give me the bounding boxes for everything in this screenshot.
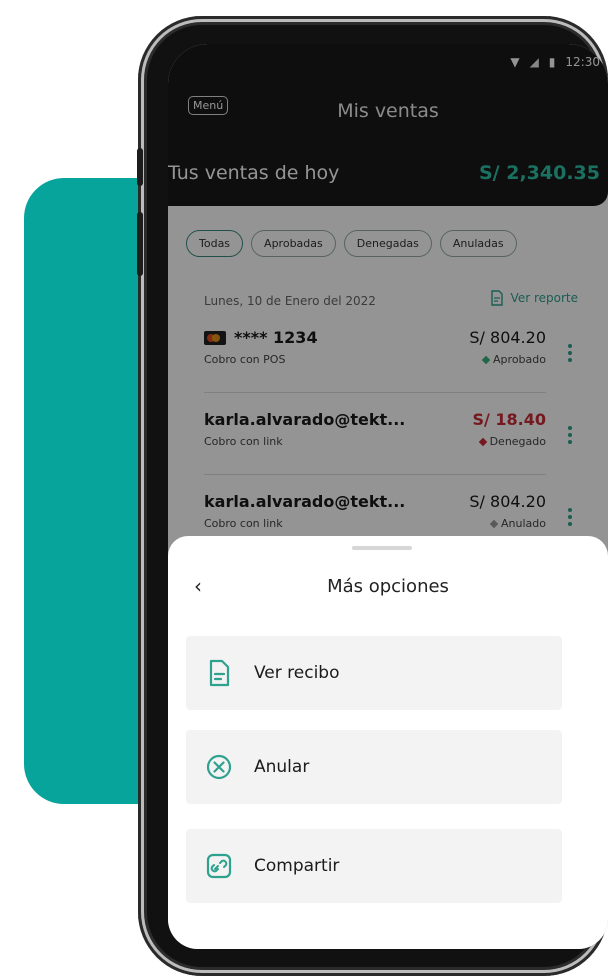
- option-label: Ver recibo: [254, 663, 340, 683]
- option-label: Compartir: [254, 856, 340, 876]
- phone-side-button: [137, 148, 143, 186]
- cancel-circle-icon: [202, 750, 236, 784]
- receipt-icon: [202, 656, 236, 690]
- option-compartir[interactable]: Compartir: [186, 829, 562, 903]
- options-bottom-sheet: ‹ Más opciones Ver recibo Anular Compart…: [168, 536, 608, 949]
- option-label: Anular: [254, 757, 310, 777]
- option-anular[interactable]: Anular: [186, 730, 562, 804]
- drag-handle[interactable]: [352, 546, 412, 550]
- phone-screen: ▼ ◢ ▮ 12:30 Menú Mis ventas Tus ventas d…: [168, 44, 608, 949]
- option-ver-recibo[interactable]: Ver recibo: [186, 636, 562, 710]
- sheet-title: Más opciones: [327, 576, 449, 597]
- phone-volume-button: [137, 212, 143, 276]
- share-link-icon: [202, 849, 236, 883]
